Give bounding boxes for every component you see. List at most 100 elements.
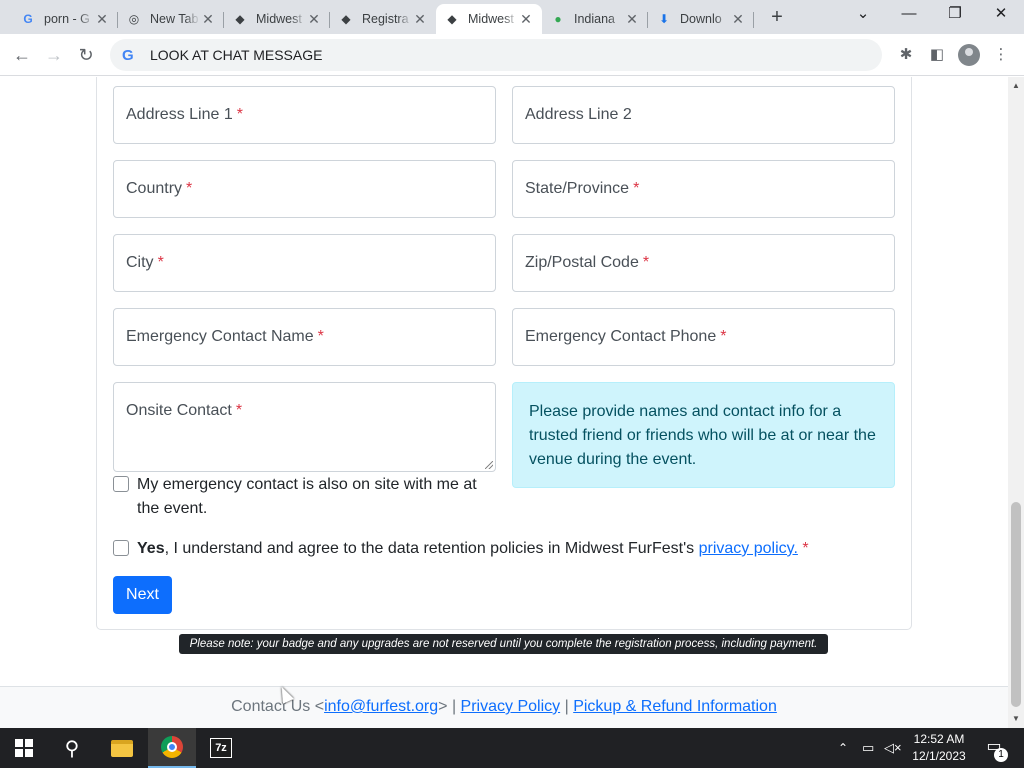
tab-indiana[interactable]: ● Indiana ✕ bbox=[542, 4, 648, 34]
restore-button[interactable]: ❐ bbox=[932, 0, 978, 30]
zip-postal-input[interactable]: Zip/Postal Code * bbox=[512, 234, 895, 292]
page-footer: Contact Us <info@furfest.org> | Privacy … bbox=[0, 686, 1008, 728]
tab-search-icon[interactable]: ⌄ bbox=[840, 0, 886, 30]
tab-title: porn - G bbox=[44, 12, 90, 26]
tab-title: Midwest bbox=[256, 12, 302, 26]
emergency-contact-phone-input[interactable]: Emergency Contact Phone * bbox=[512, 308, 895, 366]
tab-title: Registra bbox=[362, 12, 409, 26]
notification-badge: 1 bbox=[994, 748, 1008, 762]
close-icon[interactable]: ✕ bbox=[94, 11, 110, 28]
scrollbar-thumb[interactable] bbox=[1011, 502, 1021, 707]
clock-date: 12/1/2023 bbox=[912, 749, 966, 763]
email-link[interactable]: info@furfest.org bbox=[324, 698, 438, 715]
close-icon[interactable]: ✕ bbox=[730, 11, 746, 28]
address-bar-text: LOOK AT CHAT MESSAGE bbox=[150, 47, 323, 63]
address-line-1-input[interactable]: Address Line 1 * bbox=[113, 86, 496, 144]
furfest-paw-icon: ◆ bbox=[341, 12, 351, 26]
windows-logo-icon bbox=[15, 739, 33, 757]
forward-arrow-icon[interactable]: → bbox=[40, 42, 68, 68]
tab-midwest-1[interactable]: ◆ Midwest ✕ bbox=[224, 4, 330, 34]
search-icon[interactable]: ⚲ bbox=[48, 728, 96, 768]
required-asterisk: * bbox=[317, 328, 324, 345]
agree-policy-label: Yes, I understand and agree to the data … bbox=[137, 537, 837, 561]
privacy-policy-footer-link[interactable]: Privacy Policy bbox=[461, 698, 561, 715]
field-label: Emergency Contact Name bbox=[126, 328, 314, 345]
close-icon[interactable]: ✕ bbox=[200, 11, 216, 28]
close-window-button[interactable]: ✕ bbox=[978, 0, 1024, 30]
tray-chevron-icon[interactable]: ⌃ bbox=[838, 728, 848, 768]
profile-avatar-icon[interactable] bbox=[958, 44, 980, 66]
tab-new-tab[interactable]: ◎ New Tab ✕ bbox=[118, 4, 224, 34]
system-clock[interactable]: 12:52 AM 12/1/2023 bbox=[904, 731, 974, 765]
reservation-notice: Please note: your badge and any upgrades… bbox=[179, 634, 828, 654]
page-scrollbar[interactable]: ▲ ▼ bbox=[1008, 77, 1024, 728]
required-asterisk: * bbox=[642, 254, 650, 271]
contact-us-text: Contact Us < bbox=[231, 698, 325, 715]
network-icon[interactable]: ▭ bbox=[862, 728, 874, 768]
google-g-icon: G bbox=[122, 46, 134, 64]
yes-bold: Yes bbox=[137, 540, 165, 557]
scroll-down-icon[interactable]: ▼ bbox=[1008, 712, 1024, 726]
agree-text: , I understand and agree to the data ret… bbox=[164, 540, 699, 557]
volume-muted-icon[interactable]: ◁× bbox=[884, 728, 902, 768]
windows-taskbar: ⚲ 7z ⌃ ▭ ◁× 12:52 AM 12/1/2023 ▭ 1 bbox=[0, 728, 1024, 768]
field-label: Emergency Contact Phone bbox=[525, 328, 717, 345]
side-panel-icon[interactable]: ◧ bbox=[926, 44, 948, 66]
country-select[interactable]: Country * bbox=[113, 160, 496, 218]
start-button[interactable] bbox=[0, 728, 48, 768]
minimize-button[interactable]: — bbox=[886, 0, 932, 30]
page-content: Address Line 1 * Address Line 2 Country * … bbox=[0, 77, 1008, 728]
onsite-contact-info-alert: Please provide names and contact info fo… bbox=[512, 382, 895, 488]
field-label: Address Line 2 bbox=[525, 106, 632, 123]
tab-midwest-active[interactable]: ◆ Midwest ✕ bbox=[436, 4, 542, 34]
tab-title: New Tab bbox=[150, 12, 199, 26]
back-arrow-icon[interactable]: ← bbox=[8, 42, 36, 68]
scroll-up-icon[interactable]: ▲ bbox=[1008, 79, 1024, 93]
required-asterisk: * bbox=[236, 106, 243, 123]
tab-title: Indiana bbox=[574, 12, 616, 26]
state-province-input[interactable]: State/Province * bbox=[512, 160, 895, 218]
required-asterisk: * bbox=[802, 540, 809, 557]
new-tab-button[interactable]: + bbox=[764, 6, 790, 30]
close-icon[interactable]: ✕ bbox=[412, 11, 428, 28]
address-bar[interactable]: G LOOK AT CHAT MESSAGE bbox=[110, 39, 882, 71]
tab-strip: G porn - G ✕ ◎ New Tab ✕ ◆ Midwest ✕ ◆ R… bbox=[0, 0, 1024, 34]
address-line-2-input[interactable]: Address Line 2 bbox=[512, 86, 895, 144]
file-explorer-icon[interactable] bbox=[98, 728, 146, 768]
browser-toolbar: ← → ↻ G LOOK AT CHAT MESSAGE ✱ ◧ ⋮ bbox=[0, 34, 1024, 76]
download-icon: ⬇ bbox=[658, 12, 670, 26]
chrome-icon: ◎ bbox=[128, 12, 140, 26]
sevenzip-icon[interactable]: 7z bbox=[197, 728, 245, 768]
tab-registration[interactable]: ◆ Registra ✕ bbox=[330, 4, 436, 34]
privacy-policy-link[interactable]: privacy policy. bbox=[699, 540, 798, 557]
close-icon[interactable]: ✕ bbox=[306, 11, 322, 28]
menu-kebab-icon[interactable]: ⋮ bbox=[990, 44, 1012, 66]
onsite-emergency-label: My emergency contact is also on site wit… bbox=[137, 476, 477, 517]
notification-center-icon[interactable]: ▭ 1 bbox=[982, 736, 1008, 762]
onsite-contact-textarea[interactable]: Onsite Contact * bbox=[113, 382, 496, 472]
required-asterisk: * bbox=[235, 402, 243, 419]
next-button[interactable]: Next bbox=[113, 576, 172, 614]
maps-pin-icon: ● bbox=[554, 12, 562, 26]
chrome-taskbar-icon[interactable] bbox=[148, 728, 196, 768]
tab-title: Midwest bbox=[468, 12, 514, 26]
required-asterisk: * bbox=[157, 254, 164, 271]
furfest-paw-icon: ◆ bbox=[235, 12, 245, 26]
emergency-contact-name-input[interactable]: Emergency Contact Name * bbox=[113, 308, 496, 366]
tab-google-search[interactable]: G porn - G ✕ bbox=[12, 4, 118, 34]
agree-policy-checkbox[interactable] bbox=[113, 540, 129, 556]
required-asterisk: * bbox=[186, 180, 193, 197]
onsite-emergency-checkbox[interactable] bbox=[113, 476, 129, 492]
reload-icon[interactable]: ↻ bbox=[72, 42, 100, 68]
separator: | bbox=[564, 698, 569, 715]
pickup-refund-link[interactable]: Pickup & Refund Information bbox=[573, 698, 777, 715]
field-label: Address Line 1 bbox=[126, 106, 233, 123]
field-label: City bbox=[126, 254, 154, 271]
close-icon[interactable]: ✕ bbox=[624, 11, 640, 28]
field-label: Country bbox=[126, 180, 183, 197]
close-icon[interactable]: ✕ bbox=[518, 11, 534, 28]
required-asterisk: * bbox=[720, 328, 727, 345]
city-input[interactable]: City * bbox=[113, 234, 496, 292]
tab-downloads[interactable]: ⬇ Downlo ✕ bbox=[648, 4, 754, 34]
extensions-puzzle-icon[interactable]: ✱ bbox=[895, 44, 917, 66]
